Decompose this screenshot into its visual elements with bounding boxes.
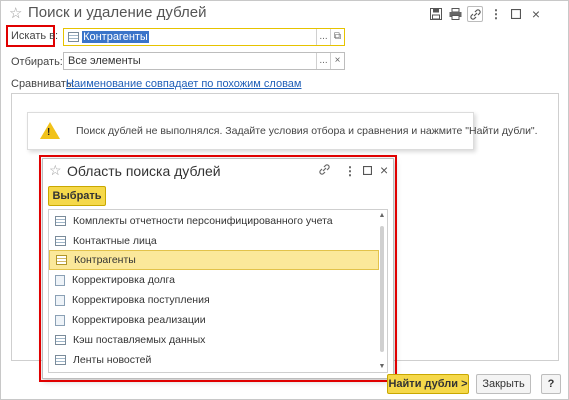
message-text: Поиск дублей не выполнялся. Задайте усло…	[76, 125, 538, 137]
close-icon[interactable]: ×	[528, 6, 544, 22]
favorite-star-icon[interactable]: ☆	[9, 4, 22, 22]
title-bar: ☆ Поиск и удаление дублей ⋮ ×	[1, 1, 568, 27]
popup-highlight	[39, 155, 397, 382]
search-in-label: Искать в:	[11, 30, 59, 42]
filter-value: Все элементы	[68, 55, 141, 67]
select-ellipsis-button[interactable]: ...	[316, 29, 330, 45]
save-icon[interactable]	[428, 6, 444, 22]
compare-rule-link[interactable]: Наименование совпадает по похожим словам	[66, 78, 302, 90]
clear-icon[interactable]: ×	[330, 53, 344, 69]
print-icon[interactable]	[447, 6, 463, 22]
window-title: Поиск и удаление дублей	[28, 4, 207, 21]
find-duplicates-button[interactable]: Найти дубли >	[387, 374, 469, 394]
help-button[interactable]: ?	[541, 374, 561, 394]
filter-ellipsis-button[interactable]: ...	[316, 53, 330, 69]
table-icon	[68, 32, 79, 43]
open-link-icon[interactable]: ⧉	[330, 29, 344, 45]
filter-label: Отбирать:	[11, 56, 63, 68]
close-button[interactable]: Закрыть	[476, 374, 531, 394]
search-in-field[interactable]: Контрагенты ... ⧉	[63, 28, 345, 46]
filter-field[interactable]: Все элементы ... ×	[63, 52, 345, 70]
maximize-icon[interactable]	[508, 6, 524, 22]
link-icon[interactable]	[467, 6, 483, 22]
more-icon[interactable]: ⋮	[488, 6, 504, 22]
info-message: ! Поиск дублей не выполнялся. Задайте ус…	[27, 112, 538, 150]
duplicate-search-window: ☆ Поиск и удаление дублей ⋮ × Искать в: …	[0, 0, 569, 400]
search-in-value: Контрагенты	[82, 31, 149, 43]
